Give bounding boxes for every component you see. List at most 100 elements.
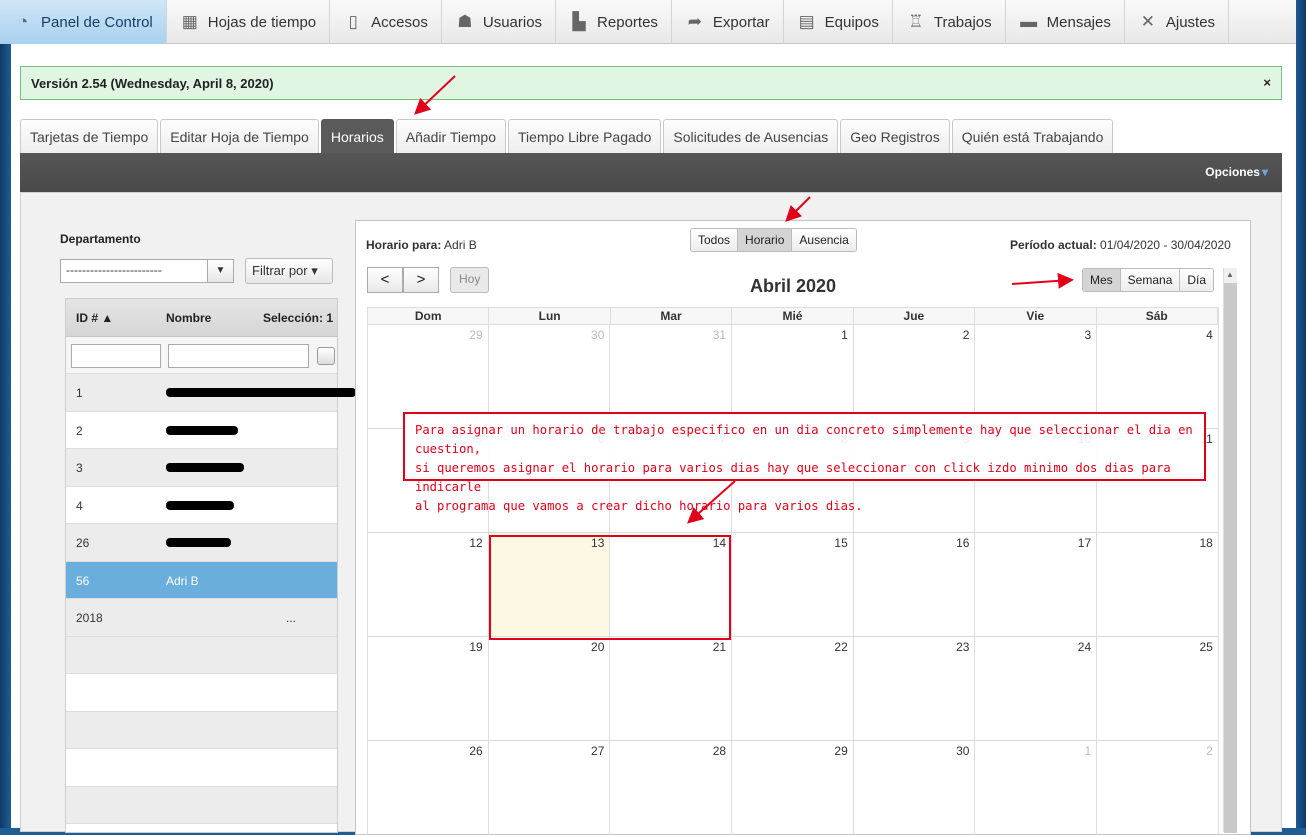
calendar-day[interactable]: 28 xyxy=(610,741,733,835)
nav-label: Usuarios xyxy=(482,13,543,31)
calendar-day[interactable]: 2 xyxy=(1097,741,1219,835)
calendar-day[interactable]: 20 xyxy=(488,637,611,741)
chat-icon: ▬ xyxy=(1020,12,1038,31)
department-select[interactable]: ------------------------ xyxy=(60,259,208,283)
tab-quién-está-trabajando[interactable]: Quién está Trabajando xyxy=(951,119,1114,153)
calendar-day[interactable]: 17 xyxy=(975,533,1098,637)
next-month-button[interactable]: > xyxy=(403,267,439,293)
nav-usuarios[interactable]: ☗ Usuarios xyxy=(442,0,557,44)
calendar-day[interactable]: 15 xyxy=(732,533,854,637)
view-día[interactable]: Día xyxy=(1180,269,1214,291)
calendar-day[interactable]: 24 xyxy=(975,637,1098,741)
id-column-header[interactable]: ID # ▲ xyxy=(76,311,113,325)
close-alert-button[interactable]: × xyxy=(1263,75,1271,90)
filter-horario[interactable]: Horario xyxy=(738,229,793,251)
nav-label: Ajustes xyxy=(1165,13,1216,31)
day-number: 16 xyxy=(956,536,970,550)
employee-id: 4 xyxy=(76,498,83,513)
filter-ausencia[interactable]: Ausencia xyxy=(792,229,856,251)
day-number: 30 xyxy=(591,328,605,342)
nav-ajustes[interactable]: ✕ Ajustes xyxy=(1125,0,1230,44)
calendar-day[interactable]: 23 xyxy=(853,637,976,741)
calendar-day[interactable]: 25 xyxy=(1097,637,1219,741)
department-dropdown-button[interactable]: ▼ xyxy=(208,259,234,283)
caret-down-icon: ▾ xyxy=(1261,165,1268,179)
today-button[interactable]: Hoy xyxy=(450,267,490,293)
redacted-name xyxy=(166,463,244,472)
tab-tarjetas-de-tiempo[interactable]: Tarjetas de Tiempo xyxy=(20,119,159,153)
tab-tiempo-libre-pagado[interactable]: Tiempo Libre Pagado xyxy=(508,119,662,153)
table-row[interactable]: 3 xyxy=(66,449,337,487)
table-row[interactable]: 2 xyxy=(66,412,337,449)
tab-horarios[interactable]: Horarios xyxy=(320,119,394,153)
day-number: 29 xyxy=(834,744,848,758)
tab-añadir-tiempo[interactable]: Añadir Tiempo xyxy=(395,119,507,153)
table-row[interactable]: 2018... xyxy=(66,599,337,637)
month-title: Abril 2020 xyxy=(749,276,837,296)
day-number: 27 xyxy=(591,744,605,758)
calendar-day[interactable]: 19 xyxy=(367,637,489,741)
select-all-checkbox[interactable] xyxy=(317,347,335,365)
calendar-day[interactable]: 27 xyxy=(489,741,611,835)
table-row[interactable]: 56 Adri B xyxy=(66,561,337,599)
table-row[interactable]: 26 xyxy=(66,524,337,562)
nav-equipos[interactable]: ▤ Equipos xyxy=(784,0,893,44)
nav-reportes[interactable]: ▙ Reportes xyxy=(556,0,672,44)
nav-label: Exportar xyxy=(712,13,770,31)
day-number: 19 xyxy=(469,640,483,654)
tab-solicitudes-de-ausencias[interactable]: Solicitudes de Ausencias xyxy=(663,119,839,153)
weekday-label: Sáb xyxy=(1097,308,1218,324)
name-filter-input[interactable] xyxy=(168,344,309,368)
id-filter-input[interactable] xyxy=(71,344,161,368)
calendar-scroll-thumb[interactable] xyxy=(1224,283,1237,833)
nav-accesos[interactable]: ▯ Accesos xyxy=(330,0,442,44)
calendar-day[interactable]: 18 xyxy=(1097,533,1219,637)
empty-row xyxy=(66,786,337,824)
view-semana[interactable]: Semana xyxy=(1120,269,1181,291)
filter-by-button[interactable]: Filtrar por ▾ xyxy=(245,258,333,284)
redacted-name xyxy=(166,538,231,547)
calendar-week: 26 27 28 29 30 1 2 xyxy=(367,741,1219,835)
nav-panel-de-control[interactable]: ◔ Panel de Control xyxy=(0,0,167,44)
tab-geo-registros[interactable]: Geo Registros xyxy=(840,119,950,153)
filter-todos[interactable]: Todos xyxy=(691,229,739,251)
schedule-for: Horario para: Adri B xyxy=(366,238,477,252)
table-row[interactable]: 4 xyxy=(66,487,337,524)
previous-month-button[interactable]: < xyxy=(367,267,403,293)
day-number: 3 xyxy=(1084,328,1092,342)
nav-hojas-de-tiempo[interactable]: ▦ Hojas de tiempo xyxy=(167,0,331,44)
calendar-day[interactable]: 26 xyxy=(367,741,489,835)
view-mes[interactable]: Mes xyxy=(1083,269,1121,291)
calendar-day[interactable]: 1 xyxy=(975,741,1098,835)
empty-row xyxy=(66,674,337,712)
day-number: 25 xyxy=(1199,640,1213,654)
nav-mensajes[interactable]: ▬ Mensajes xyxy=(1006,0,1125,44)
day-number: 17 xyxy=(1077,536,1092,550)
calendar-day[interactable]: 29 xyxy=(732,741,854,835)
employee-id: 2018 xyxy=(76,611,103,625)
table-row[interactable]: 1 xyxy=(66,374,356,412)
calendar-day[interactable]: 30 xyxy=(854,741,976,835)
nav-trabajos[interactable]: ♖ Trabajos xyxy=(893,0,1006,44)
scroll-up-icon[interactable]: ▲ xyxy=(1223,268,1237,282)
name-column-header[interactable]: Nombre xyxy=(166,311,211,325)
calendar-day[interactable]: 12 xyxy=(367,533,489,637)
employee-name: Adri B xyxy=(166,573,199,588)
employee-id: 1 xyxy=(76,386,83,400)
options-dropdown[interactable]: Opciones ▾ xyxy=(1205,165,1268,179)
door-icon: ▯ xyxy=(348,12,358,31)
calendar-view-switch: Mes Semana Día xyxy=(1082,268,1215,292)
day-number: 21 xyxy=(712,640,727,654)
schedule-for-value: Adri B xyxy=(444,238,477,252)
annotation-line: si queremos asignar el horario para vari… xyxy=(415,461,1171,494)
annotation-line: Para asignar un horario de trabajo espec… xyxy=(415,423,1193,456)
nav-exportar[interactable]: ➦ Exportar xyxy=(672,0,784,44)
version-alert-text: Versión 2.54 (Wednesday, April 8, 2020) xyxy=(31,75,274,91)
period-label: Período actual: xyxy=(1010,238,1097,252)
annotation-line: al programa que vamos a crear dicho hora… xyxy=(415,499,863,513)
calendar-day[interactable]: 22 xyxy=(732,637,854,741)
calendar-day[interactable]: 16 xyxy=(853,533,976,637)
tab-editar-hoja-de-tiempo[interactable]: Editar Hoja de Tiempo xyxy=(160,119,319,153)
weekday-label: Vie xyxy=(975,308,1097,324)
calendar-day[interactable]: 21 xyxy=(610,637,733,741)
